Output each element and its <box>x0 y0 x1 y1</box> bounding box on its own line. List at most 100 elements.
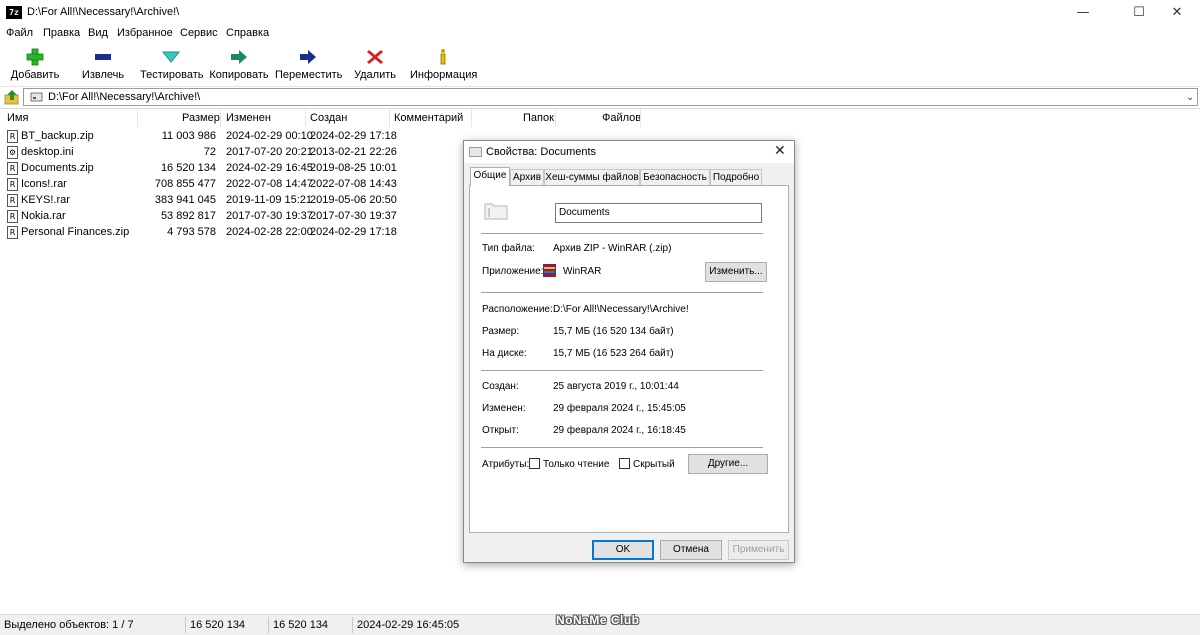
file-modified: 2024-02-28 22:00 <box>226 226 313 238</box>
file-created: 2013-02-21 22:26 <box>310 146 397 158</box>
file-row[interactable]: R KEYS!.rar 383 941 045 2019-11-09 15:21… <box>0 193 470 209</box>
apply-button[interactable]: Применить <box>728 540 789 560</box>
status-divider <box>185 617 186 633</box>
other-attributes-button[interactable]: Другие... <box>688 454 768 474</box>
file-size: 383 941 045 <box>154 194 216 206</box>
delete-x-icon <box>367 50 383 64</box>
extract-button[interactable]: Извлечь <box>77 46 129 84</box>
menu-file[interactable]: Файл <box>6 27 33 39</box>
opened-value: 29 февраля 2024 г., 16:18:45 <box>553 425 686 436</box>
type-label: Тип файла: <box>482 243 535 254</box>
menu-edit[interactable]: Правка <box>43 27 80 39</box>
readonly-label[interactable]: Только чтение <box>543 459 609 470</box>
tab-details[interactable]: Подробно <box>710 169 762 185</box>
add-button[interactable]: Добавить <box>8 46 62 84</box>
file-name: Icons!.rar <box>21 178 67 190</box>
file-name: desktop.ini <box>21 146 74 158</box>
tab-hashes[interactable]: Хеш-суммы файлов <box>544 169 640 185</box>
status-date: 2024-02-29 16:45:05 <box>357 619 460 631</box>
app-icon: 7z <box>6 6 22 19</box>
close-button[interactable]: ✕ <box>1154 0 1200 26</box>
column-divider[interactable] <box>137 109 138 127</box>
column-size[interactable]: Размер <box>182 112 220 124</box>
address-path: D:\For All!\Necessary!\Archive!\ <box>48 91 201 103</box>
tab-panel-general: Documents Тип файла: Архив ZIP - WinRAR … <box>469 185 789 533</box>
delete-button[interactable]: Удалить <box>352 46 398 84</box>
file-modified: 2017-07-30 19:37 <box>226 210 313 222</box>
dialog-close-button[interactable]: ✕ <box>774 143 786 159</box>
minimize-button[interactable]: — <box>1060 0 1106 26</box>
menu-help[interactable]: Справка <box>226 27 269 39</box>
ok-button[interactable]: OK <box>592 540 654 560</box>
modified-value: 29 февраля 2024 г., 15:45:05 <box>553 403 686 414</box>
file-size: 16 520 134 <box>160 162 216 174</box>
move-label: Переместить <box>275 69 343 81</box>
column-comment[interactable]: Комментарий <box>394 112 463 124</box>
column-created[interactable]: Создан <box>310 112 347 124</box>
chevron-down-icon[interactable]: ⌄ <box>1186 92 1194 103</box>
column-folders[interactable]: Папок <box>523 112 554 124</box>
tab-general[interactable]: Общие <box>470 167 510 186</box>
info-button[interactable]: Информация <box>410 46 478 84</box>
file-row[interactable]: R Nokia.rar 53 892 817 2017-07-30 19:37 … <box>0 209 470 225</box>
toolbar: Добавить Извлечь Тестировать Копировать … <box>0 44 1200 87</box>
location-value: D:\For All!\Necessary!\Archive! <box>553 304 689 315</box>
copy-arrow-icon <box>231 50 247 64</box>
folder-up-icon[interactable] <box>4 89 20 105</box>
archive-file-icon: R <box>7 130 18 143</box>
file-row[interactable]: R BT_backup.zip 11 003 986 2024-02-29 00… <box>0 129 470 145</box>
add-label: Добавить <box>10 69 60 81</box>
column-name[interactable]: Имя <box>7 112 28 124</box>
file-name: KEYS!.rar <box>21 194 70 206</box>
menu-view[interactable]: Вид <box>88 27 108 39</box>
divider <box>481 233 763 234</box>
column-divider[interactable] <box>555 109 556 127</box>
cancel-button[interactable]: Отмена <box>660 540 722 560</box>
test-button[interactable]: Тестировать <box>140 46 204 84</box>
archive-file-icon: R <box>7 226 18 239</box>
status-selected: Выделено объектов: 1 / 7 <box>4 619 134 631</box>
column-divider[interactable] <box>471 109 472 127</box>
column-divider[interactable] <box>220 109 221 127</box>
move-button[interactable]: Переместить <box>275 46 343 84</box>
column-files[interactable]: Файлов <box>602 112 641 124</box>
menu-favorites[interactable]: Избранное <box>117 27 173 39</box>
window-title: D:\For All!\Necessary!\Archive!\ <box>27 6 180 18</box>
info-label: Информация <box>410 69 478 81</box>
hidden-checkbox[interactable] <box>619 458 630 469</box>
file-created: 2019-08-25 10:01 <box>310 162 397 174</box>
name-field[interactable]: Documents <box>555 203 762 223</box>
file-size: 11 003 986 <box>161 130 216 142</box>
app-value: WinRAR <box>563 266 602 277</box>
title-bar <box>0 0 1200 26</box>
tab-security[interactable]: Безопасность <box>640 169 710 185</box>
file-created: 2019-05-06 20:50 <box>310 194 397 206</box>
change-app-button[interactable]: Изменить... <box>705 262 767 282</box>
delete-label: Удалить <box>354 69 396 81</box>
disk-size-value: 15,7 МБ (16 523 264 байт) <box>553 348 674 359</box>
archive-file-icon: R <box>7 178 18 191</box>
hidden-label[interactable]: Скрытый <box>633 459 675 470</box>
copy-label: Копировать <box>209 69 269 81</box>
winrar-icon <box>543 264 556 277</box>
file-modified: 2019-11-09 15:21 <box>226 194 313 206</box>
column-divider[interactable] <box>389 109 390 127</box>
file-row[interactable]: R Icons!.rar 708 855 477 2022-07-08 14:4… <box>0 177 470 193</box>
column-divider[interactable] <box>305 109 306 127</box>
archive-file-icon: R <box>7 162 18 175</box>
divider <box>481 292 763 293</box>
file-row[interactable]: R Personal Finances.zip 4 793 578 2024-0… <box>0 225 470 241</box>
tab-archive[interactable]: Архив <box>510 169 544 185</box>
readonly-checkbox[interactable] <box>529 458 540 469</box>
dialog-title: Свойства: Documents <box>486 146 597 158</box>
extract-label: Извлечь <box>81 69 125 81</box>
file-row[interactable]: ⚙ desktop.ini 72 2017-07-20 20:21 2013-0… <box>0 145 470 161</box>
column-modified[interactable]: Изменен <box>226 112 271 124</box>
copy-button[interactable]: Копировать <box>209 46 269 84</box>
file-row[interactable]: R Documents.zip 16 520 134 2024-02-29 16… <box>0 161 470 177</box>
location-label: Расположение: <box>482 304 553 315</box>
opened-label: Открыт: <box>482 425 519 436</box>
column-divider[interactable] <box>640 109 641 127</box>
divider <box>481 370 763 371</box>
menu-tools[interactable]: Сервис <box>180 27 218 39</box>
